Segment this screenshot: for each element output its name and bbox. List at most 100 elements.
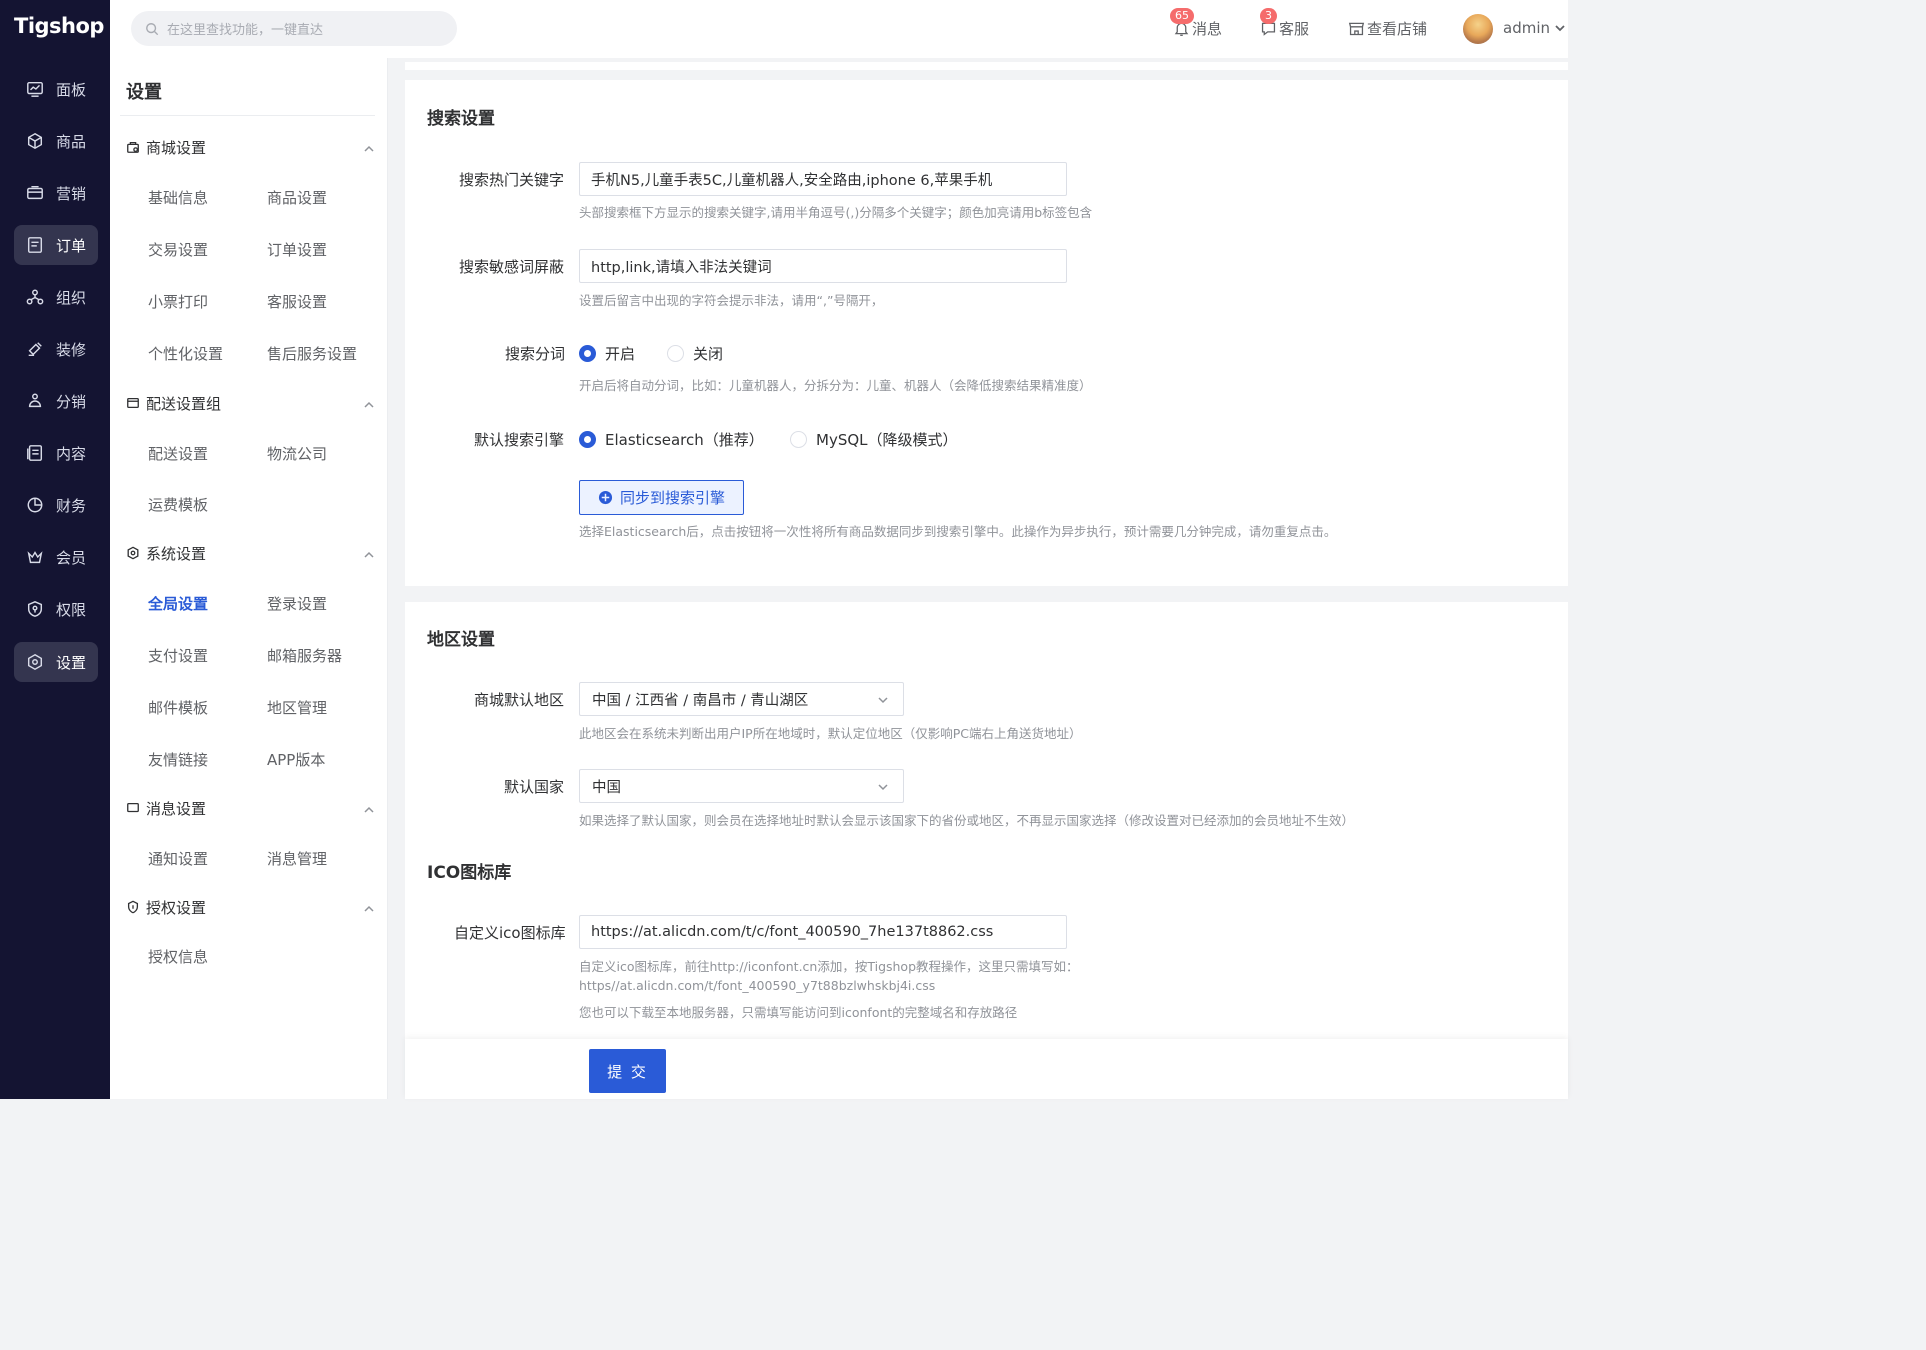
submenu-item-active[interactable]: 全局设置	[148, 593, 208, 614]
submenu-group-mall[interactable]: 商城设置	[126, 135, 375, 159]
messages-button[interactable]: 65 消息	[1170, 8, 1222, 39]
sensitive-words-value: http,link,请填入非法关键词	[591, 259, 772, 276]
default-country-select[interactable]: 中国	[579, 769, 904, 803]
radio-label: 关闭	[693, 345, 724, 363]
default-country-hint: 如果选择了默认国家，则会员在选择地址时默认会显示该国家下的省份或地区，不再显示国…	[579, 813, 1355, 828]
group-label: 授权设置	[146, 898, 207, 917]
chevron-up-icon	[363, 547, 375, 559]
submenu-item[interactable]: 地区管理	[267, 697, 327, 718]
submenu-group-delivery[interactable]: 配送设置组	[126, 391, 375, 415]
system-settings-icon	[126, 545, 142, 561]
view-store-button[interactable]: 查看店铺	[1348, 18, 1427, 39]
search-settings-card: 搜索设置 搜索热门关键字 手机N5,儿童手表5C,儿童机器人,安全路由,ipho…	[405, 80, 1568, 586]
box-icon	[25, 131, 45, 151]
default-region-hint: 此地区会在系统未判断出用户IP所在地域时，默认定位地区（仅影响PC端右上角送货地…	[579, 726, 1082, 741]
avatar[interactable]	[1463, 14, 1493, 44]
submenu-item[interactable]: 基础信息	[148, 187, 208, 208]
nav-item-label: 内容	[56, 444, 87, 463]
nav-item-members[interactable]: 会员	[14, 537, 98, 577]
hot-keywords-value: 手机N5,儿童手表5C,儿童机器人,安全路由,iphone 6,苹果手机	[591, 172, 993, 189]
custom-ico-value: https://at.alicdn.com/t/c/font_400590_7h…	[591, 924, 994, 940]
chevron-up-icon	[363, 141, 375, 153]
nav-item-organization[interactable]: 组织	[14, 277, 98, 317]
chevron-down-icon	[878, 697, 888, 704]
submenu-item[interactable]: 商品设置	[267, 187, 327, 208]
crown-icon	[25, 547, 45, 567]
search-placeholder: 在这里查找功能，一键直达	[167, 23, 324, 38]
custom-ico-label: 自定义ico图标库	[454, 924, 566, 942]
default-region-select[interactable]: 中国 / 江西省 / 南昌市 / 青山湖区	[579, 682, 904, 716]
segmentation-on-radio[interactable]: 开启	[579, 343, 635, 364]
chevron-up-icon	[363, 397, 375, 409]
group-label: 商城设置	[146, 138, 207, 157]
submenu-item[interactable]: 支付设置	[148, 645, 208, 666]
submit-button[interactable]: 提 交	[589, 1049, 666, 1093]
engine-elasticsearch-radio[interactable]: Elasticsearch（推荐）	[579, 429, 764, 450]
nav-item-label: 商品	[56, 132, 87, 151]
nav-item-finance[interactable]: 财务	[14, 485, 98, 525]
submenu-item[interactable]: 授权信息	[148, 946, 208, 967]
global-search-input[interactable]: 在这里查找功能，一键直达	[131, 11, 457, 46]
submenu-item[interactable]: 订单设置	[267, 239, 327, 260]
radio-label: 开启	[605, 345, 636, 363]
submenu-item[interactable]: 消息管理	[267, 848, 327, 869]
user-menu[interactable]: admin	[1503, 19, 1566, 37]
nav-item-label: 组织	[56, 288, 87, 307]
submenu-item[interactable]: 通知设置	[148, 848, 208, 869]
radio-label: Elasticsearch（推荐）	[605, 431, 764, 449]
nav-item-goods[interactable]: 商品	[14, 121, 98, 161]
region-settings-card: 地区设置 商城默认地区 中国 / 江西省 / 南昌市 / 青山湖区 此地区会在系…	[405, 602, 1568, 1099]
submenu-item[interactable]: 客服设置	[267, 291, 327, 312]
region-settings-title: 地区设置	[427, 630, 495, 650]
submenu-group-system[interactable]: 系统设置	[126, 541, 375, 565]
submenu-item[interactable]: 配送设置	[148, 443, 208, 464]
nav-item-marketing[interactable]: 营销	[14, 173, 98, 213]
chevron-up-icon	[363, 802, 375, 814]
submenu-item[interactable]: APP版本	[267, 749, 325, 770]
submenu-item[interactable]: 交易设置	[148, 239, 208, 260]
submenu-item[interactable]: 邮箱服务器	[267, 645, 342, 666]
submenu-item[interactable]: 售后服务设置	[267, 343, 357, 364]
submenu-item[interactable]: 运费模板	[148, 494, 208, 515]
nav-item-dashboard[interactable]: 面板	[14, 69, 98, 109]
submenu-item[interactable]: 邮件模板	[148, 697, 208, 718]
card-top-strip	[405, 62, 1568, 70]
group-label: 系统设置	[146, 544, 207, 563]
nav-item-content[interactable]: 内容	[14, 433, 98, 473]
sensitive-words-label: 搜索敏感词屏蔽	[459, 258, 565, 276]
default-region-value: 中国 / 江西省 / 南昌市 / 青山湖区	[592, 692, 809, 709]
nav-item-orders[interactable]: 订单	[14, 225, 98, 265]
sync-search-engine-button[interactable]: 同步到搜索引擎	[579, 480, 744, 515]
submenu-item[interactable]: 登录设置	[267, 593, 327, 614]
dashboard-icon	[25, 79, 45, 99]
settings-submenu: 设置 商城设置 基础信息 商品设置 交易设置 订单设置 小票打印 客服设置 个性…	[110, 58, 388, 1099]
nav-item-permissions[interactable]: 权限	[14, 589, 98, 629]
submenu-item[interactable]: 个性化设置	[148, 343, 223, 364]
service-count-badge: 3	[1260, 8, 1277, 24]
group-label: 配送设置组	[146, 394, 222, 413]
custom-ico-input[interactable]: https://at.alicdn.com/t/c/font_400590_7h…	[579, 915, 1067, 949]
chevron-up-icon	[363, 901, 375, 913]
nav-item-decoration[interactable]: 装修	[14, 329, 98, 369]
segmentation-off-radio[interactable]: 关闭	[667, 343, 723, 364]
customer-service-button[interactable]: 3 客服	[1260, 8, 1309, 39]
license-shield-icon	[126, 899, 142, 915]
ico-library-title: ICO图标库	[427, 863, 512, 883]
submenu-item[interactable]: 物流公司	[267, 443, 327, 464]
brand-logo[interactable]: Tigshop	[14, 14, 104, 38]
distribution-icon	[25, 391, 45, 411]
nav-item-distribution[interactable]: 分销	[14, 381, 98, 421]
submenu-group-message[interactable]: 消息设置	[126, 796, 375, 820]
sensitive-words-input[interactable]: http,link,请填入非法关键词	[579, 249, 1067, 283]
settings-icon	[25, 652, 45, 672]
submenu-item[interactable]: 小票打印	[148, 291, 208, 312]
nav-item-settings[interactable]: 设置	[14, 642, 98, 682]
submenu-group-license[interactable]: 授权设置	[126, 895, 375, 919]
hot-keywords-input[interactable]: 手机N5,儿童手表5C,儿童机器人,安全路由,iphone 6,苹果手机	[579, 162, 1067, 196]
default-country-label: 默认国家	[504, 778, 565, 796]
engine-mysql-radio[interactable]: MySQL（降级模式）	[790, 429, 958, 450]
user-name: admin	[1503, 19, 1550, 37]
nav-item-label: 订单	[56, 236, 87, 255]
custom-ico-hint-3: 您也可以下载至本地服务器，只需填写能访问到iconfont的完整域名和存放路径	[579, 1005, 1018, 1020]
submenu-item[interactable]: 友情链接	[148, 749, 208, 770]
